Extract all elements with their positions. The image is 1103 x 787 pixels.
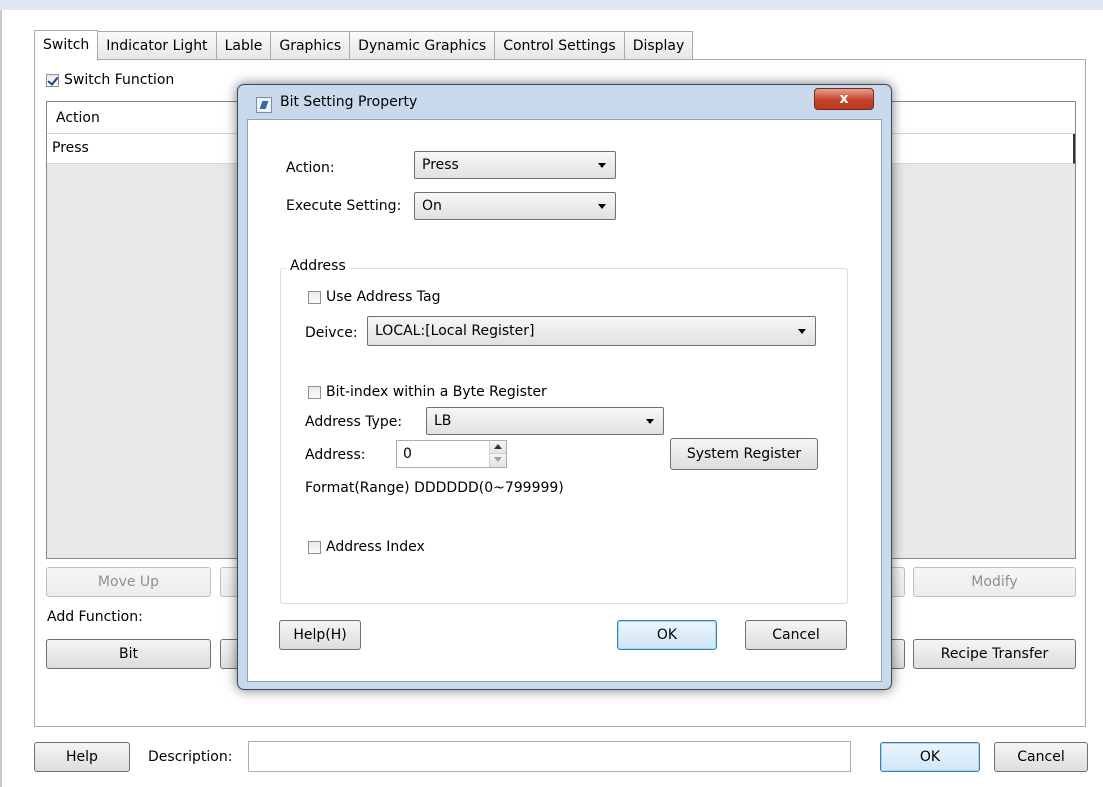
chevron-down-icon	[598, 163, 606, 168]
chevron-down-icon	[598, 204, 606, 209]
address-group-legend: Address	[286, 258, 350, 274]
use-address-tag-label: Use Address Tag	[326, 289, 441, 305]
column-header-action[interactable]: Action	[56, 110, 100, 126]
ok-button[interactable]: OK	[880, 742, 980, 772]
device-label: Deivce:	[305, 325, 358, 341]
dialog-title: Bit Setting Property	[280, 94, 418, 110]
chevron-down-icon	[646, 419, 654, 424]
help-button[interactable]: Help	[34, 742, 130, 772]
title-strip	[0, 0, 1103, 10]
spin-down-icon[interactable]	[490, 454, 506, 467]
dialog-ok-button[interactable]: OK	[617, 620, 717, 650]
tab-dynamic-graphics[interactable]: Dynamic Graphics	[349, 31, 496, 60]
add-function-label: Add Function:	[47, 609, 143, 625]
action-select[interactable]: Press	[414, 151, 616, 179]
chevron-down-icon	[798, 329, 806, 334]
window-edge	[0, 10, 2, 787]
address-index-toggle[interactable]: Address Index	[308, 539, 425, 555]
spinner-buttons	[489, 441, 506, 467]
address-index-label: Address Index	[326, 539, 425, 555]
system-register-button[interactable]: System Register	[670, 438, 818, 470]
action-select-value: Press	[422, 157, 459, 173]
execute-setting-select[interactable]: On	[414, 192, 616, 220]
switch-function-toggle[interactable]: Switch Function	[46, 72, 174, 88]
tab-control-settings[interactable]: Control Settings	[494, 31, 625, 60]
switch-function-label: Switch Function	[64, 72, 175, 88]
address-value: 0	[403, 446, 412, 462]
address-index-checkbox[interactable]	[308, 540, 321, 554]
tab-display[interactable]: Display	[623, 31, 694, 60]
tab-graphics[interactable]: Graphics	[270, 31, 351, 60]
bit-setting-dialog: Bit Setting Property x Action: Press Exe…	[237, 84, 892, 690]
tab-indicator-light[interactable]: Indicator Light	[97, 31, 217, 60]
address-label: Address:	[305, 447, 366, 463]
tab-switch[interactable]: Switch	[34, 30, 99, 61]
app-icon	[256, 97, 272, 113]
address-type-value: LB	[434, 413, 452, 429]
use-address-tag-toggle[interactable]: Use Address Tag	[308, 289, 441, 305]
device-select-value: LOCAL:[Local Register]	[375, 323, 535, 339]
bit-index-checkbox[interactable]	[308, 385, 321, 399]
modify-button[interactable]: Modify	[913, 567, 1076, 597]
device-select[interactable]: LOCAL:[Local Register]	[367, 316, 816, 346]
dialog-body: Action: Press Execute Setting: On Addres…	[247, 119, 882, 682]
move-up-button[interactable]: Move Up	[46, 567, 211, 597]
tab-strip: Switch Indicator Light Lable Graphics Dy…	[34, 30, 694, 61]
description-label: Description:	[148, 749, 233, 765]
description-input[interactable]	[248, 741, 851, 772]
action-label: Action:	[286, 160, 335, 176]
execute-setting-value: On	[422, 198, 442, 214]
bit-function-button[interactable]: Bit	[46, 639, 211, 669]
execute-setting-label: Execute Setting:	[286, 198, 402, 214]
row-action-cell: Press	[52, 140, 89, 156]
address-type-select[interactable]: LB	[426, 407, 664, 435]
bit-index-label: Bit-index within a Byte Register	[326, 384, 547, 400]
close-icon[interactable]: x	[814, 88, 874, 110]
tab-lable[interactable]: Lable	[215, 31, 272, 60]
address-spinner[interactable]: 0	[396, 440, 507, 468]
use-address-tag-checkbox[interactable]	[308, 290, 321, 304]
dialog-cancel-button[interactable]: Cancel	[745, 620, 847, 650]
dialog-title-bar[interactable]: Bit Setting Property x	[238, 85, 891, 119]
address-type-label: Address Type:	[305, 414, 403, 430]
cancel-button[interactable]: Cancel	[994, 742, 1088, 772]
bit-index-toggle[interactable]: Bit-index within a Byte Register	[308, 384, 547, 400]
spin-up-icon[interactable]	[490, 441, 506, 454]
dialog-help-button[interactable]: Help(H)	[279, 620, 361, 650]
format-range-text: Format(Range) DDDDDD(0~799999)	[305, 480, 564, 496]
switch-function-checkbox[interactable]	[46, 73, 59, 87]
recipe-transfer-button[interactable]: Recipe Transfer	[913, 639, 1076, 669]
